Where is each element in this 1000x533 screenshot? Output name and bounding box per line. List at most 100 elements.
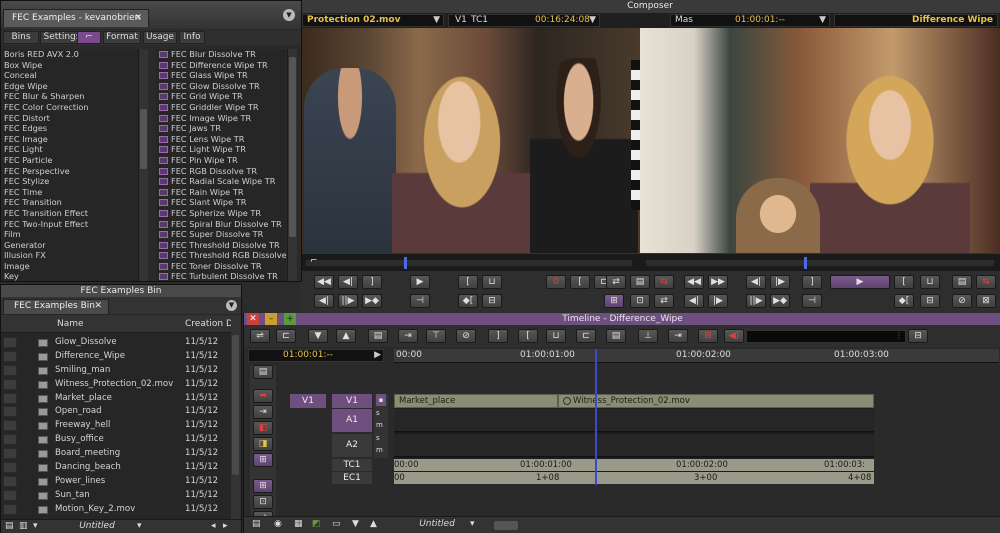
rec-more-button[interactable]: ⊠ xyxy=(976,294,996,308)
scroll-left-icon[interactable]: ◂ xyxy=(211,521,216,531)
rec-mark-in-button[interactable]: [ xyxy=(894,275,914,289)
row-select-box[interactable] xyxy=(3,337,17,348)
effect-item[interactable]: FEC Griddler Wipe TR xyxy=(156,102,286,113)
rec-step-fwd-button[interactable]: ▶▶ xyxy=(708,275,728,289)
window-menu-icon[interactable]: ▼ xyxy=(226,300,237,311)
source-monitor[interactable] xyxy=(300,28,640,253)
effect-item[interactable]: FEC RGB Dissolve TR xyxy=(156,166,286,177)
step-back-button[interactable]: ◀◀ xyxy=(314,275,334,289)
row-select-box[interactable] xyxy=(3,462,17,474)
row-select-box[interactable] xyxy=(3,406,17,418)
rec-clear-in-button[interactable]: ◆[ xyxy=(894,294,914,308)
timeline-fast-menu-button[interactable]: ⊟ xyxy=(908,329,928,343)
column-header-name[interactable]: Name xyxy=(57,315,84,333)
rec-play-button[interactable]: ▶ xyxy=(830,275,890,289)
effect-category-item[interactable]: FEC Perspective xyxy=(2,166,138,177)
timeline-tool-2-button[interactable]: ⊏ xyxy=(276,329,296,343)
effect-item[interactable]: FEC Pin Wipe TR xyxy=(156,155,286,166)
toggle-source-record-button[interactable]: ⊞ xyxy=(604,294,624,308)
effect-category-item[interactable]: FEC Particle xyxy=(2,155,138,166)
timeline-mark-out-button[interactable]: ] xyxy=(488,329,508,343)
play-reverse-button[interactable]: ◀| xyxy=(338,275,358,289)
timeline-view-name[interactable]: Untitled xyxy=(394,519,480,529)
side-tool-lift-button[interactable]: ◧ xyxy=(253,421,273,435)
record-position-bar[interactable] xyxy=(640,253,1000,271)
bin-row[interactable]: Sun_tan 11/5/12 xyxy=(1,489,231,503)
track-solo-icon[interactable]: s xyxy=(376,434,380,442)
effect-item[interactable]: FEC Radial Scale Wipe TR xyxy=(156,176,286,187)
match-frame-button[interactable]: ⊡ xyxy=(630,294,650,308)
effect-category-item[interactable]: Image xyxy=(2,261,138,272)
window-menu-icon[interactable]: ▼ xyxy=(283,9,295,21)
scroll-right-icon[interactable]: ▸ xyxy=(223,521,228,531)
side-tool-source-button[interactable]: ⊞ xyxy=(253,479,273,493)
rec-mark-out-button[interactable]: ] xyxy=(802,275,822,289)
rec-frame-back-button[interactable]: ◀| xyxy=(684,294,704,308)
rec-frame-fwd-button[interactable]: |▶ xyxy=(708,294,728,308)
timeline-tool-5-button[interactable]: ▤ xyxy=(368,329,388,343)
track-header-tc1[interactable]: TC1 xyxy=(332,459,372,471)
side-tool-arrow-button[interactable]: ➡ xyxy=(253,389,273,403)
effect-category-item[interactable]: FEC Time xyxy=(2,187,138,198)
dropdown-arrow-icon[interactable]: ▾ xyxy=(470,519,475,529)
effect-item[interactable]: FEC Glow Dissolve TR xyxy=(156,81,286,92)
trim-button[interactable]: ⇄ xyxy=(654,294,674,308)
row-select-box[interactable] xyxy=(3,503,17,515)
dropdown-arrow-icon[interactable]: ▾ xyxy=(137,521,142,531)
rec-fast-fwd-button[interactable]: ▶◆ xyxy=(770,294,790,308)
effect-item[interactable]: FEC Grid Wipe TR xyxy=(156,91,286,102)
effect-category-item[interactable]: FEC Stylize xyxy=(2,176,138,187)
effect-item[interactable]: FEC Toner Dissolve TR xyxy=(156,261,286,272)
bin-row[interactable]: Busy_office 11/5/12 xyxy=(1,433,231,447)
frame-fwd-button[interactable]: ||▶ xyxy=(338,294,358,308)
go-to-in-button[interactable]: [ xyxy=(570,275,590,289)
close-window-icon[interactable]: ✕ xyxy=(247,313,259,325)
row-select-box[interactable] xyxy=(3,434,17,446)
fast-fwd-button[interactable]: ▶◆ xyxy=(362,294,382,308)
timeline-render-button[interactable]: ⊘ xyxy=(456,329,476,343)
footer-color-icon[interactable]: ◩ xyxy=(312,519,321,529)
side-tool-segment-button[interactable]: ⇥ xyxy=(253,405,273,419)
effect-list[interactable]: FEC Blur Dissolve TR FEC Difference Wipe … xyxy=(156,49,286,281)
effect-item[interactable]: FEC Spiral Blur Dissolve TR xyxy=(156,219,286,230)
effect-item[interactable]: FEC Threshold RGB Dissolve xyxy=(156,250,286,261)
rec-pause-button[interactable]: ||▶ xyxy=(746,294,766,308)
bin-view-name[interactable]: Untitled xyxy=(57,521,137,531)
effect-item[interactable]: FEC Light Wipe TR xyxy=(156,144,286,155)
bin-row[interactable]: Smiling_man 11/5/12 xyxy=(1,364,231,378)
source-position-indicator[interactable] xyxy=(404,257,407,269)
clip-witness-protection[interactable]: Witness_Protection_02.mov xyxy=(558,394,874,408)
timeline-tool-6-button[interactable]: ⇥ xyxy=(398,329,418,343)
effect-category-item[interactable]: FEC Transition Effect xyxy=(2,208,138,219)
bin-tab[interactable]: FEC Examples Bin ✕ xyxy=(3,299,109,314)
effect-item[interactable]: FEC Lens Wipe TR xyxy=(156,134,286,145)
side-tool-trim-button[interactable]: ⊞ xyxy=(253,453,273,467)
rec-prev-button[interactable]: ◀| xyxy=(746,275,766,289)
effect-category-item[interactable]: Illusion FX xyxy=(2,250,138,261)
bin-row[interactable]: Dancing_beach 11/5/12 xyxy=(1,461,231,475)
tab-format[interactable]: Format xyxy=(103,31,141,44)
timeline-mark-clip-button[interactable]: ⊔ xyxy=(546,329,566,343)
footer-down-icon[interactable]: ▼ xyxy=(352,519,359,529)
track-monitor-icon[interactable]: ▪ xyxy=(376,394,386,406)
effect-category-list[interactable]: Boris RED AVX 2.0 Box Wipe Conceal Edge Wip… xyxy=(2,49,138,281)
track-header-a2[interactable]: A2 xyxy=(332,434,372,457)
minimize-window-icon[interactable]: – xyxy=(265,313,277,325)
track-mute-icon[interactable]: m xyxy=(376,446,383,454)
close-icon[interactable]: ✕ xyxy=(94,300,102,313)
timeline-timecode[interactable]: 01:00:01:-- ▶ xyxy=(248,349,384,362)
column-header-date[interactable]: Creation Dat xyxy=(185,315,231,333)
row-select-box[interactable] xyxy=(3,378,17,390)
timeline-lift-button[interactable]: ⊏ xyxy=(576,329,596,343)
effect-category-item[interactable]: FEC Edges xyxy=(2,123,138,134)
effect-item[interactable]: FEC Turbulent Dissolve TR xyxy=(156,271,286,281)
clip-market-place[interactable]: Market_place xyxy=(394,394,558,408)
row-select-box[interactable] xyxy=(3,350,17,362)
effect-category-item[interactable]: Box Wipe xyxy=(2,60,138,71)
timeline-tool-7-button[interactable]: ⊤ xyxy=(426,329,446,343)
timeline-tool-1-button[interactable]: ⇌ xyxy=(250,329,270,343)
bin-row[interactable]: Market_place 11/5/12 xyxy=(1,392,231,406)
source-position-bar[interactable]: ⌐ xyxy=(300,253,640,271)
effect-item[interactable]: FEC Super Dissolve TR xyxy=(156,229,286,240)
effect-category-item[interactable]: Key xyxy=(2,271,138,281)
